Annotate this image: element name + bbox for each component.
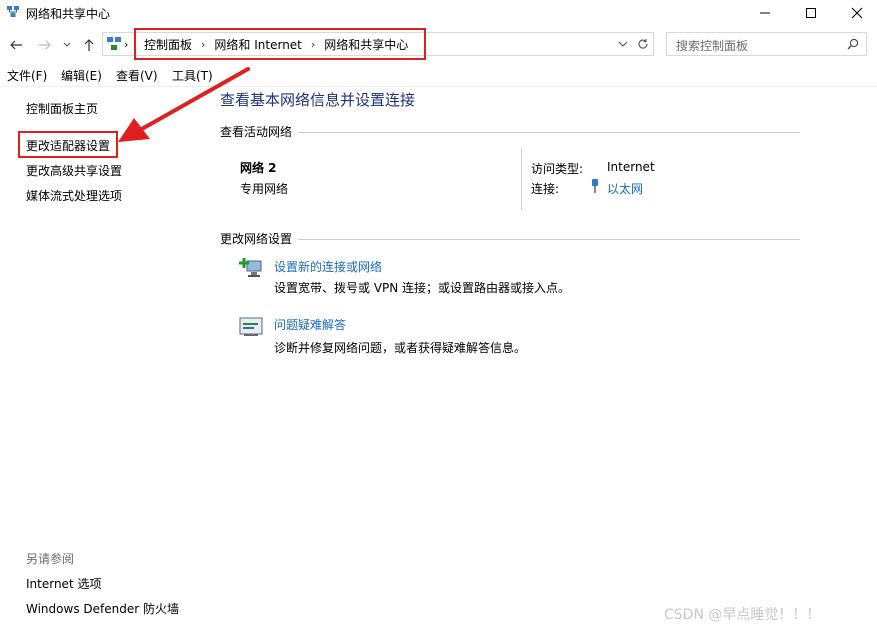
control-panel-icon [107,37,121,50]
arrow-up-icon [84,39,94,51]
breadcrumb: 控制面板 › 网络和 Internet › 网络和共享中心 [134,28,426,60]
maximize-button[interactable] [788,0,834,26]
troubleshoot-link[interactable]: 问题疑难解答 [274,316,346,333]
watermark: CSDN @早点睡觉！！！ [664,607,821,623]
see-also-internet-options[interactable]: Internet 选项 [26,575,101,592]
address-root-chevron-icon[interactable]: › [124,38,128,51]
sidebar-change-adapter-settings[interactable]: 更改适配器设置 [26,137,110,154]
breadcrumb-network-sharing-center[interactable]: 网络和共享中心 [324,36,408,53]
network-type: 专用网络 [240,182,289,196]
arrow-right-icon [39,40,51,50]
back-button[interactable] [7,36,25,54]
recent-locations-button[interactable] [60,36,74,54]
network-center-icon [7,6,19,17]
access-type-value: Internet [607,160,655,174]
active-networks-heading: 查看活动网络 [220,125,293,139]
window-title: 网络和共享中心 [26,7,111,21]
arrow-left-icon [10,40,22,50]
connection-ethernet-link[interactable]: 以太网 [607,180,643,197]
breadcrumb-separator-icon[interactable]: › [311,38,315,51]
setup-new-connection-desc: 设置宽带、拨号或 VPN 连接；或设置路由器或接入点。 [274,281,571,295]
search-icon[interactable] [847,38,859,50]
minimize-icon [760,12,770,14]
see-also-heading: 另请参阅 [26,552,75,566]
connection-label: 连接: [531,182,560,196]
refresh-icon [638,39,648,49]
setup-new-connection-link[interactable]: 设置新的连接或网络 [274,258,382,275]
address-dropdown-button[interactable] [614,34,632,54]
chevron-down-icon [63,42,71,47]
breadcrumb-control-panel[interactable]: 控制面板 [144,36,192,53]
ethernet-icon [592,179,598,193]
close-icon [851,7,863,19]
new-connection-icon[interactable] [238,256,264,280]
troubleshoot-desc: 诊断并修复网络问题，或者获得疑难解答信息。 [274,341,527,355]
network-name: 网络 2 [240,161,277,175]
forward-button[interactable] [36,36,54,54]
close-button[interactable] [834,0,877,26]
see-also-defender-firewall[interactable]: Windows Defender 防火墙 [26,600,179,617]
menu-file[interactable]: 文件(F) [7,67,47,84]
troubleshoot-icon[interactable] [238,316,264,338]
maximize-icon [806,8,816,18]
section-divider [298,132,800,133]
sidebar-media-streaming[interactable]: 媒体流式处理选项 [26,187,122,204]
access-type-label: 访问类型: [531,162,584,176]
refresh-button[interactable] [634,34,652,54]
breadcrumb-network-internet[interactable]: 网络和 Internet [214,36,301,53]
section-divider [298,239,800,240]
breadcrumb-separator-icon[interactable]: › [201,38,205,51]
sidebar-change-advanced-sharing[interactable]: 更改高级共享设置 [26,162,122,179]
chevron-down-icon [618,41,628,47]
sidebar-control-panel-home[interactable]: 控制面板主页 [26,100,98,117]
minimize-button[interactable] [742,0,788,26]
vertical-divider [521,148,522,210]
menu-edit[interactable]: 编辑(E) [61,67,102,84]
search-placeholder: 搜索控制面板 [676,39,749,53]
change-settings-heading: 更改网络设置 [220,232,293,246]
page-title: 查看基本网络信息并设置连接 [220,91,416,109]
up-button[interactable] [80,36,98,54]
